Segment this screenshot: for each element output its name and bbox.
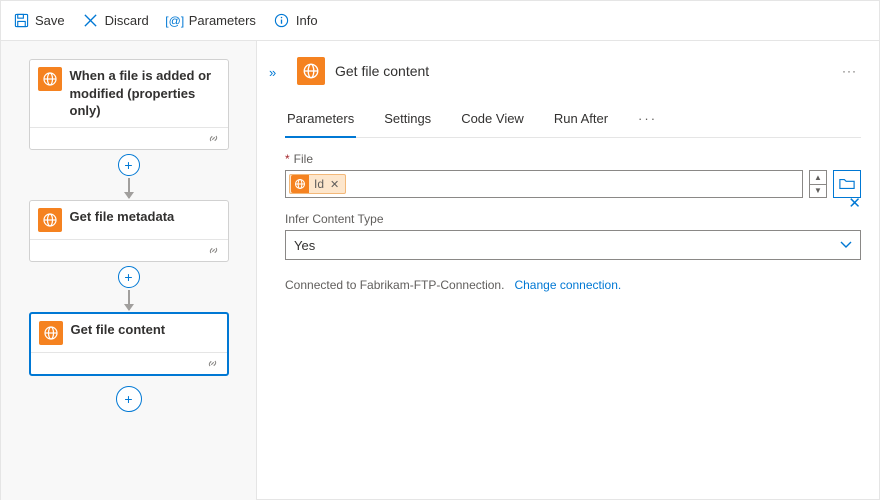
infer-field-row: Infer Content Type ✕ Yes <box>285 212 861 260</box>
node-title: Get file metadata <box>70 208 220 226</box>
connection-info: Connected to Fabrikam-FTP-Connection. Ch… <box>285 278 861 292</box>
file-stepper[interactable]: ▲ ▼ <box>809 170 827 198</box>
tab-parameters[interactable]: Parameters <box>285 105 356 138</box>
select-value: Yes <box>294 238 315 253</box>
step-up-button[interactable]: ▲ <box>810 171 826 185</box>
ftp-icon <box>38 67 62 91</box>
body: When a file is added or modified (proper… <box>1 41 879 500</box>
workflow-node-content[interactable]: Get file content <box>29 312 229 376</box>
info-label: Info <box>296 13 318 28</box>
designer-canvas: When a file is added or modified (proper… <box>1 41 257 500</box>
connection-icon <box>206 357 219 370</box>
chevron-down-icon <box>840 241 852 249</box>
ftp-icon <box>39 321 63 345</box>
tab-settings[interactable]: Settings <box>382 105 433 137</box>
parameters-icon: [@] <box>167 13 183 29</box>
tab-overflow[interactable]: ··· <box>636 105 659 137</box>
workflow-node-metadata[interactable]: Get file metadata <box>29 200 229 262</box>
discard-label: Discard <box>105 13 149 28</box>
file-label: * File <box>285 152 861 166</box>
panel-tabs: Parameters Settings Code View Run After … <box>285 105 861 138</box>
required-indicator: * <box>285 152 290 166</box>
node-footer <box>30 239 228 261</box>
connection-text: Connected to Fabrikam-FTP-Connection. <box>285 278 504 292</box>
details-panel: » Get file content ··· Parameters Settin… <box>257 41 879 500</box>
connection-icon <box>207 132 220 145</box>
info-icon <box>274 13 290 29</box>
flow-arrow <box>128 178 130 198</box>
parameters-button[interactable]: [@] Parameters <box>167 13 256 29</box>
change-connection-link[interactable]: Change connection. <box>514 278 621 292</box>
token-label: Id <box>310 177 328 191</box>
file-input[interactable]: Id ✕ <box>285 170 803 198</box>
workflow-node-trigger[interactable]: When a file is added or modified (proper… <box>29 59 229 150</box>
ftp-icon <box>38 208 62 232</box>
parameters-label: Parameters <box>189 13 256 28</box>
node-header: Get file metadata <box>30 201 228 239</box>
discard-icon <box>83 13 99 29</box>
add-step-button[interactable]: + <box>118 154 140 176</box>
ftp-icon <box>291 175 309 193</box>
flow-arrow <box>128 290 130 310</box>
node-title: When a file is added or modified (proper… <box>70 67 220 120</box>
infer-select[interactable]: Yes <box>285 230 861 260</box>
file-field-row: Id ✕ ▲ ▼ <box>285 170 861 198</box>
parameters-form: * File Id ✕ ▲ ▼ <box>285 152 861 292</box>
step-down-button[interactable]: ▼ <box>810 185 826 198</box>
infer-label: Infer Content Type <box>285 212 861 226</box>
node-footer <box>30 127 228 149</box>
save-label: Save <box>35 13 65 28</box>
node-header: Get file content <box>31 314 227 352</box>
save-button[interactable]: Save <box>13 13 65 29</box>
connection-icon <box>207 244 220 257</box>
panel-header: Get file content ··· <box>297 57 861 85</box>
ftp-icon <box>297 57 325 85</box>
node-header: When a file is added or modified (proper… <box>30 60 228 127</box>
token-remove-button[interactable]: ✕ <box>328 178 345 191</box>
add-step-button[interactable]: + <box>116 386 142 412</box>
node-title: Get file content <box>71 321 219 339</box>
node-footer <box>31 352 227 374</box>
tab-code-view[interactable]: Code View <box>459 105 526 137</box>
clear-field-button[interactable]: ✕ <box>848 194 861 212</box>
collapse-button[interactable]: » <box>269 65 276 80</box>
dynamic-token[interactable]: Id ✕ <box>289 174 346 194</box>
save-icon <box>13 13 29 29</box>
panel-title: Get file content <box>335 63 429 79</box>
command-bar: Save Discard [@] Parameters Info <box>1 1 879 41</box>
discard-button[interactable]: Discard <box>83 13 149 29</box>
info-button[interactable]: Info <box>274 13 318 29</box>
add-step-button[interactable]: + <box>118 266 140 288</box>
more-menu-button[interactable]: ··· <box>842 64 861 78</box>
tab-run-after[interactable]: Run After <box>552 105 610 137</box>
